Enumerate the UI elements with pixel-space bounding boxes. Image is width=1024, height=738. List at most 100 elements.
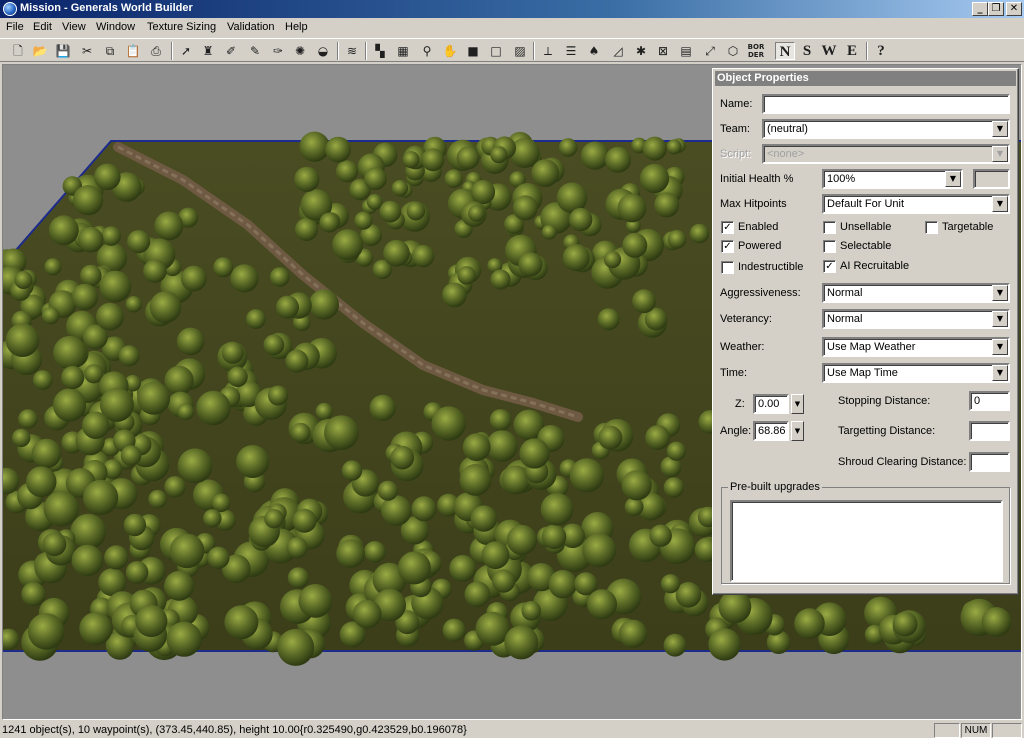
east-view-button[interactable]: E xyxy=(843,42,861,60)
indestructible-checkbox[interactable] xyxy=(721,261,734,274)
new-file-icon[interactable]: 🗋 xyxy=(9,42,27,60)
tree xyxy=(598,425,623,450)
tree xyxy=(164,365,194,395)
blob-icon[interactable]: ✱ xyxy=(632,42,650,60)
border-tool-button[interactable]: BOR DER xyxy=(746,42,766,60)
z-input[interactable]: 0.00 xyxy=(753,394,789,414)
brush-icon[interactable]: ✐ xyxy=(222,42,240,60)
tree xyxy=(548,570,577,599)
pointer-icon[interactable]: ➚ xyxy=(177,42,195,60)
road-icon[interactable]: ☰ xyxy=(562,42,580,60)
angle-spinner[interactable]: ▼ xyxy=(791,421,804,441)
eyedropper-icon[interactable]: ⚲ xyxy=(418,42,436,60)
tree-icon[interactable]: ♠ xyxy=(585,42,603,60)
name-input[interactable] xyxy=(762,94,1010,114)
axis-icon[interactable]: ⟂ xyxy=(539,42,557,60)
targetting-distance-input[interactable] xyxy=(969,421,1010,441)
solid-square-icon[interactable]: ■ xyxy=(464,42,482,60)
water-waves-icon[interactable]: ≋ xyxy=(343,42,361,60)
menu-help[interactable]: Help xyxy=(285,21,308,33)
menu-texture-sizing[interactable]: Texture Sizing xyxy=(147,21,216,33)
chevron-down-icon[interactable]: ▼ xyxy=(992,121,1008,137)
toolbar-separator xyxy=(866,42,868,60)
weather-select[interactable]: Use Map Weather ▼ xyxy=(822,337,1010,357)
paste-icon[interactable]: 📋 xyxy=(124,42,142,60)
tree xyxy=(269,267,290,287)
prebuilt-upgrades-list[interactable] xyxy=(730,500,1003,582)
stopping-distance-label: Stopping Distance: xyxy=(838,395,931,407)
tree xyxy=(319,212,340,233)
powered-checkbox[interactable]: ✓ xyxy=(721,240,734,253)
feather-brush-icon[interactable]: ✎ xyxy=(246,42,264,60)
max-hitpoints-select[interactable]: Default For Unit ▼ xyxy=(822,194,1010,214)
tree xyxy=(14,271,33,289)
chevron-down-icon[interactable]: ▼ xyxy=(945,171,961,187)
targetable-checkbox[interactable] xyxy=(925,221,938,234)
west-view-button[interactable]: W xyxy=(820,42,838,60)
title-bar[interactable]: Mission - Generals World Builder _ ❐ ✕ xyxy=(0,0,1024,18)
waypoint-icon[interactable]: ⤢ xyxy=(701,42,719,60)
tree xyxy=(531,159,560,187)
menu-view[interactable]: View xyxy=(62,21,86,33)
team-select[interactable]: (neutral) ▼ xyxy=(762,119,1010,139)
stopping-distance-input[interactable]: 0 xyxy=(969,391,1010,411)
panel-title[interactable]: Object Properties xyxy=(715,71,1016,86)
selectable-checkbox[interactable] xyxy=(823,240,836,253)
north-view-button[interactable]: N xyxy=(775,42,795,60)
minimize-button[interactable]: _ xyxy=(972,2,988,16)
ramp-icon[interactable]: ◿ xyxy=(609,42,627,60)
tree xyxy=(618,619,648,648)
gradient-icon[interactable]: ▨ xyxy=(511,42,529,60)
tree xyxy=(605,146,631,173)
initial-health-select[interactable]: 100% ▼ xyxy=(822,169,963,189)
unsellable-checkbox[interactable] xyxy=(823,221,836,234)
chevron-down-icon[interactable]: ▼ xyxy=(992,339,1008,355)
tree xyxy=(18,409,38,429)
tree xyxy=(597,308,620,331)
z-spinner[interactable]: ▼ xyxy=(791,394,804,414)
hand-icon[interactable]: ✋ xyxy=(441,42,459,60)
prebuilt-upgrades-group: Pre-built upgrades xyxy=(721,481,1010,584)
tile-paint-icon[interactable]: ▚ xyxy=(371,42,389,60)
tree xyxy=(299,131,330,162)
time-select[interactable]: Use Map Time ▼ xyxy=(822,363,1010,383)
object-tool-icon[interactable]: ♜ xyxy=(199,42,217,60)
south-view-button[interactable]: S xyxy=(798,42,816,60)
chevron-down-icon[interactable]: ▼ xyxy=(992,311,1008,327)
mesh-icon[interactable]: ⊠ xyxy=(654,42,672,60)
chevron-down-icon: ▼ xyxy=(992,146,1008,162)
chevron-down-icon[interactable]: ▼ xyxy=(992,365,1008,381)
maximize-button[interactable]: ❐ xyxy=(988,2,1004,16)
tree xyxy=(892,611,918,637)
menu-edit[interactable]: Edit xyxy=(33,21,52,33)
menu-validation[interactable]: Validation xyxy=(227,21,275,33)
help-icon[interactable]: ? xyxy=(872,42,890,60)
hill-icon[interactable]: ◒ xyxy=(314,42,332,60)
angle-input[interactable]: 68.86 xyxy=(753,421,789,441)
chevron-down-icon[interactable]: ▼ xyxy=(992,285,1008,301)
open-folder-icon[interactable]: 📂 xyxy=(31,42,49,60)
print-icon[interactable]: ⎙ xyxy=(147,42,165,60)
enabled-checkbox[interactable]: ✓ xyxy=(721,221,734,234)
smooth-brush-icon[interactable]: ✑ xyxy=(269,42,287,60)
checker-tile-icon[interactable]: ▦ xyxy=(394,42,412,60)
shroud-distance-input[interactable] xyxy=(969,452,1010,472)
outline-square-icon[interactable]: □ xyxy=(487,42,505,60)
veterancy-select[interactable]: Normal ▼ xyxy=(822,309,1010,329)
tree xyxy=(689,223,710,244)
build-list-icon[interactable]: ▤ xyxy=(677,42,695,60)
tree xyxy=(298,584,333,618)
polygon-icon[interactable]: ⬡ xyxy=(724,42,742,60)
tree xyxy=(421,148,445,172)
save-icon[interactable]: 💾 xyxy=(54,42,72,60)
menu-window[interactable]: Window xyxy=(96,21,135,33)
tree xyxy=(177,448,213,484)
copy-icon[interactable]: ⧉ xyxy=(101,42,119,60)
explosion-icon[interactable]: ✺ xyxy=(291,42,309,60)
cut-icon[interactable]: ✂ xyxy=(78,42,96,60)
ai-recruitable-checkbox[interactable]: ✓ xyxy=(823,260,836,273)
aggressiveness-select[interactable]: Normal ▼ xyxy=(822,283,1010,303)
chevron-down-icon[interactable]: ▼ xyxy=(992,196,1008,212)
menu-file[interactable]: File xyxy=(6,21,24,33)
close-button[interactable]: ✕ xyxy=(1006,2,1022,16)
